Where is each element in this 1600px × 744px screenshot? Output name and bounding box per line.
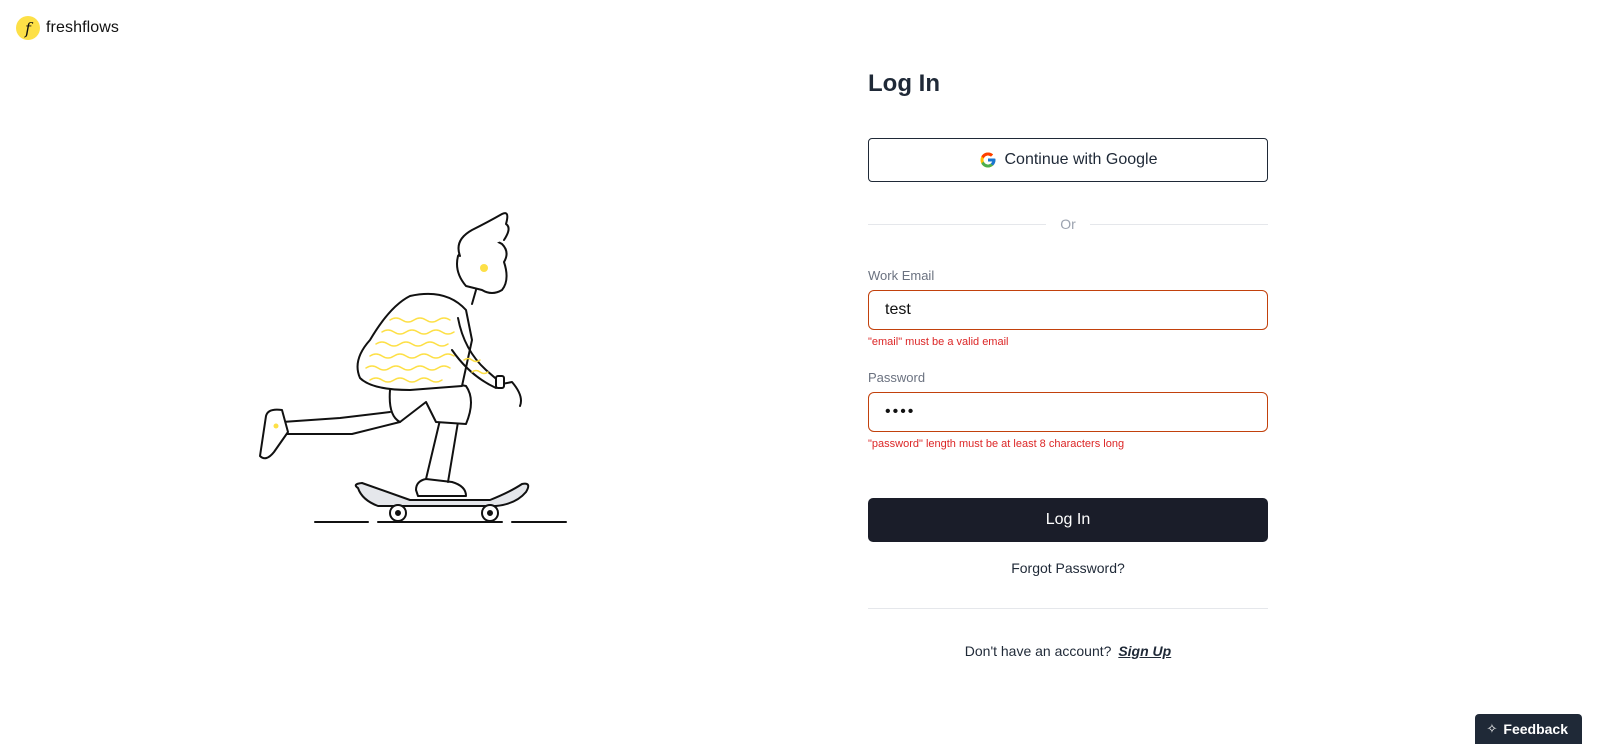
or-divider: Or [868, 216, 1268, 232]
password-field[interactable]: •••• [868, 392, 1268, 432]
forgot-password-link[interactable]: Forgot Password? [868, 560, 1268, 576]
brand[interactable]: f freshflows [16, 16, 119, 40]
google-button-label: Continue with Google [1004, 151, 1158, 168]
page-title: Log In [868, 70, 940, 97]
password-label: Password [868, 370, 926, 385]
brand-logo-icon: f [16, 16, 40, 40]
email-field-group: Work Email test "email" must be a valid … [868, 268, 1268, 348]
login-panel: Log In Continue with Google Or Work Emai… [868, 70, 1268, 659]
login-button[interactable]: Log In [868, 498, 1268, 542]
email-label: Work Email [868, 268, 935, 283]
feedback-label: Feedback [1503, 721, 1568, 737]
google-icon [980, 152, 995, 168]
email-error: "email" must be a valid email [868, 336, 1009, 348]
continue-with-google-button[interactable]: Continue with Google [868, 138, 1268, 182]
skateboarder-illustration [240, 200, 580, 540]
brand-name: freshflows [46, 19, 120, 36]
signup-prompt: Don't have an account? [964, 643, 1112, 659]
signup-link[interactable]: Sign Up [1118, 643, 1171, 659]
signup-row: Don't have an account? Sign Up [868, 643, 1268, 659]
divider-line-right [1089, 223, 1268, 225]
divider-label: Or [1060, 216, 1076, 232]
sparkle-icon: ✧ [1486, 721, 1498, 736]
password-field-group: Password •••• "password" length must be … [868, 370, 1268, 450]
email-field[interactable]: test [868, 290, 1268, 330]
section-divider [868, 608, 1268, 609]
feedback-button[interactable]: ✧ Feedback [1474, 714, 1582, 744]
password-error: "password" length must be at least 8 cha… [868, 438, 1125, 450]
divider-line-left [868, 223, 1047, 225]
